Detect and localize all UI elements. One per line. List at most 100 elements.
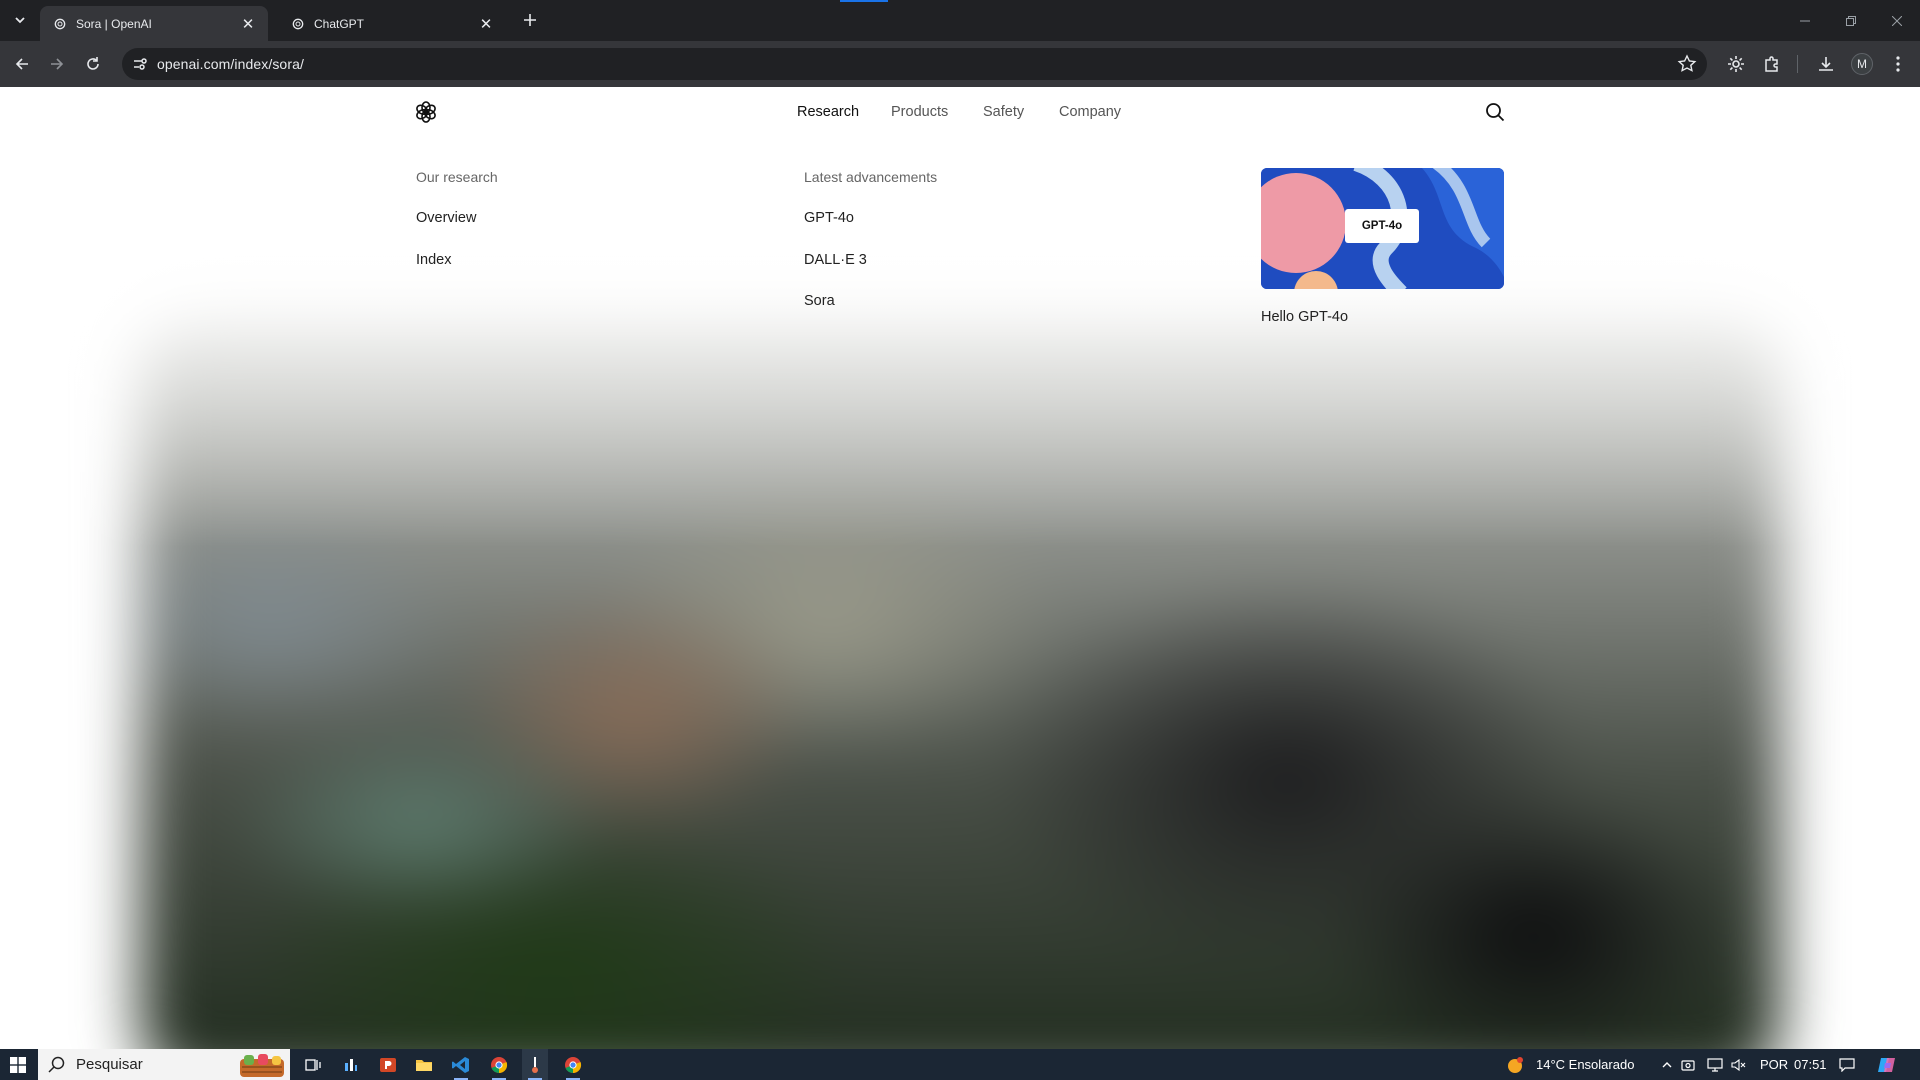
camera-icon: [1681, 1059, 1695, 1071]
download-icon: [1819, 57, 1833, 71]
site-info-icon[interactable]: [130, 54, 150, 74]
windows-logo-icon: [10, 1056, 26, 1073]
tab-title: ChatGPT: [314, 16, 365, 31]
tab-sora[interactable]: Sora | OpenAI ✕: [40, 6, 268, 41]
input-language[interactable]: POR: [1760, 1057, 1788, 1072]
taskbar-app-powerpoint[interactable]: [375, 1049, 401, 1080]
nav-safety[interactable]: Safety: [983, 104, 1024, 120]
promo-image-gpt-4o[interactable]: GPT-4o: [1261, 168, 1504, 289]
browser-tab-strip: Sora | OpenAI ✕ ChatGPT ✕: [0, 0, 1920, 41]
downloads-button[interactable]: [1815, 53, 1837, 75]
menu-link-sora[interactable]: Sora: [804, 293, 835, 309]
bookmark-star-icon[interactable]: [1677, 54, 1697, 74]
address-bar[interactable]: openai.com/index/sora/: [122, 48, 1707, 80]
search-icon[interactable]: [1484, 101, 1506, 123]
chrome-icon: [565, 1056, 582, 1073]
copilot-button[interactable]: [1874, 1049, 1900, 1080]
nav-research[interactable]: Research: [797, 104, 859, 120]
tray-meet-icon[interactable]: [1678, 1049, 1698, 1080]
taskbar-app-file-explorer[interactable]: [411, 1049, 437, 1080]
taskbar-app-snipping[interactable]: [522, 1049, 548, 1080]
toolbar-divider: [1797, 55, 1798, 73]
volume-icon-button[interactable]: [1729, 1049, 1749, 1080]
task-view-button[interactable]: [300, 1049, 326, 1080]
menu-link-index[interactable]: Index: [416, 252, 451, 268]
network-icon-button[interactable]: [1705, 1049, 1725, 1080]
browser-menu-button[interactable]: [1887, 53, 1909, 75]
windows-taskbar: Pesquisar 14°C Ensolarado POR 07:51: [0, 1049, 1920, 1080]
notification-icon: [1839, 1057, 1855, 1072]
openai-logo-icon[interactable]: [414, 100, 438, 124]
clock-time[interactable]: 07:51: [1794, 1057, 1827, 1072]
web-page: Research Products Safety Company Our res…: [0, 87, 1920, 1049]
search-highlight-illustration: [240, 1054, 284, 1077]
openai-favicon-icon: [54, 18, 66, 29]
extensions-button[interactable]: [1761, 53, 1783, 75]
task-view-icon: [305, 1058, 321, 1071]
new-tab-button[interactable]: [518, 8, 542, 32]
close-icon[interactable]: ✕: [478, 16, 494, 33]
loading-indicator: [840, 0, 888, 2]
menu-overlay-fade: [0, 87, 1920, 547]
notifications-button[interactable]: [1836, 1049, 1858, 1080]
window-close-button[interactable]: [1874, 0, 1920, 41]
taskbar-app-vscode[interactable]: [448, 1049, 474, 1080]
chevron-down-icon: [15, 17, 25, 24]
nav-company[interactable]: Company: [1059, 104, 1121, 120]
close-icon[interactable]: ✕: [240, 16, 256, 33]
forward-button[interactable]: [42, 49, 72, 79]
chrome-icon: [491, 1056, 508, 1073]
arrow-left-icon: [15, 58, 28, 70]
taskbar-app-chrome-2[interactable]: [560, 1049, 586, 1080]
close-icon: [1892, 15, 1902, 26]
volume-muted-icon: [1731, 1058, 1746, 1071]
sun-icon: [1508, 1056, 1523, 1073]
network-icon: [1707, 1057, 1723, 1072]
site-header: Research Products Safety Company: [0, 87, 1920, 137]
back-button[interactable]: [7, 49, 37, 79]
browser-toolbar: openai.com/index/sora/ M: [0, 41, 1920, 87]
weather-text[interactable]: 14°C Ensolarado: [1536, 1057, 1634, 1072]
reload-icon: [87, 57, 99, 70]
tab-search-button[interactable]: [8, 8, 32, 32]
promo-caption[interactable]: Hello GPT-4o: [1261, 309, 1348, 325]
extension-puzzle-gear-button[interactable]: [1725, 53, 1747, 75]
vscode-icon: [452, 1056, 469, 1073]
arrow-right-icon: [51, 58, 64, 70]
chart-app-icon: [345, 1058, 357, 1071]
reload-button[interactable]: [78, 49, 108, 79]
tab-chatgpt[interactable]: ChatGPT ✕: [278, 6, 506, 41]
taskbar-search[interactable]: Pesquisar: [38, 1049, 290, 1080]
start-button[interactable]: [0, 1049, 36, 1080]
more-vert-icon: [1896, 56, 1900, 72]
menu-link-gpt-4o[interactable]: GPT-4o: [804, 210, 854, 226]
promo-badge: GPT-4o: [1345, 209, 1419, 243]
menu-link-dalle-3[interactable]: DALL·E 3: [804, 252, 867, 268]
menu-heading-latest-advancements: Latest advancements: [804, 169, 938, 185]
show-hidden-icons[interactable]: [1656, 1049, 1678, 1080]
minimize-icon: [1800, 20, 1810, 21]
folder-icon: [416, 1059, 432, 1071]
menu-link-overview[interactable]: Overview: [416, 210, 476, 226]
gear-icon: [1728, 56, 1744, 72]
menu-heading-our-research: Our research: [416, 169, 498, 185]
puzzle-icon: [1765, 56, 1778, 72]
taskbar-app-chrome-1[interactable]: [486, 1049, 512, 1080]
taskbar-search-placeholder: Pesquisar: [76, 1056, 143, 1073]
restore-button[interactable]: [1828, 0, 1874, 41]
powerpoint-icon: [380, 1057, 396, 1072]
minimize-button[interactable]: [1782, 0, 1828, 41]
taskbar-app-calculator[interactable]: [338, 1049, 364, 1080]
weather-widget-icon[interactable]: [1504, 1049, 1526, 1080]
openai-favicon-icon: [292, 18, 304, 29]
search-icon: [48, 1056, 65, 1073]
restore-icon: [1846, 15, 1856, 26]
chevron-up-icon: [1662, 1061, 1672, 1067]
copilot-icon: [1878, 1057, 1895, 1072]
url-text[interactable]: openai.com/index/sora/: [157, 56, 304, 72]
snipping-tool-icon: [532, 1056, 538, 1073]
plus-icon: [524, 14, 536, 26]
nav-products[interactable]: Products: [891, 104, 948, 120]
screen: Sora | OpenAI ✕ ChatGPT ✕ openai.com/ind…: [0, 0, 1920, 1080]
profile-avatar[interactable]: M: [1851, 53, 1873, 75]
